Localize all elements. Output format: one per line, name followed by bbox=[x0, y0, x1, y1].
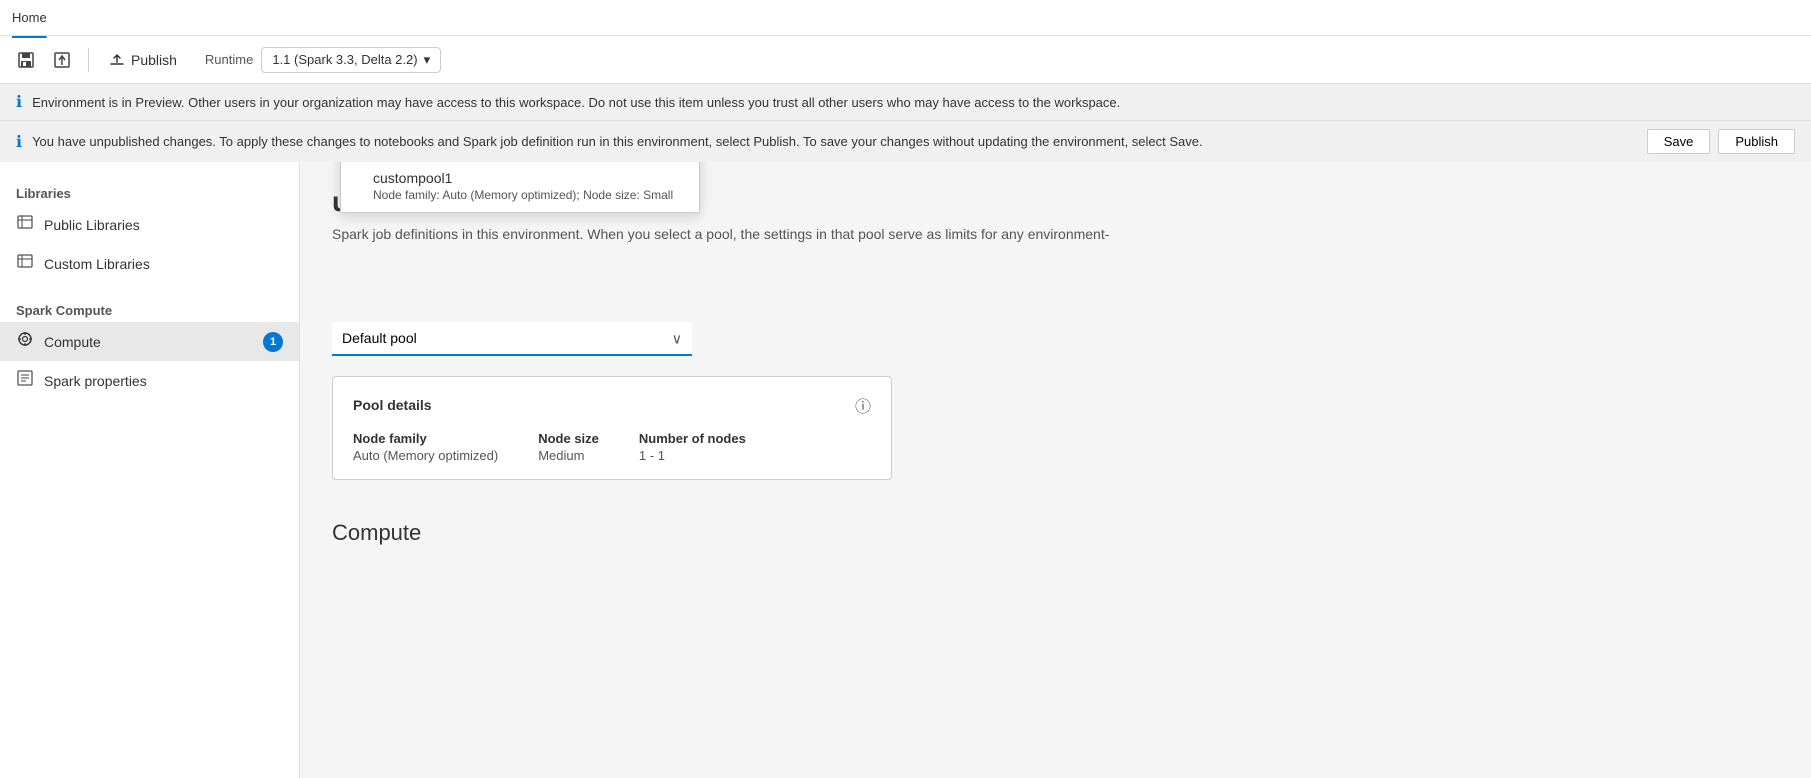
content-area: uration Spark job definitions in this en… bbox=[300, 162, 1811, 778]
custompool1-item[interactable]: custompool1 Node family: Auto (Memory op… bbox=[341, 164, 699, 212]
pool-details-header: Pool details ⓘ bbox=[353, 393, 871, 417]
spark-properties-label: Spark properties bbox=[44, 373, 147, 389]
top-nav: Home bbox=[0, 0, 1811, 36]
unpublished-info-icon: ℹ bbox=[16, 132, 22, 152]
export-button[interactable] bbox=[48, 46, 76, 74]
pool-select-input[interactable] bbox=[332, 322, 692, 356]
node-family-col: Node family Auto (Memory optimized) bbox=[353, 431, 498, 463]
sidebar-item-custom-libraries[interactable]: Custom Libraries bbox=[0, 244, 299, 283]
pool-details-title: Pool details bbox=[353, 397, 432, 413]
compute-badge: 1 bbox=[263, 332, 283, 352]
custom-libraries-icon bbox=[16, 252, 34, 275]
alert-publish-button[interactable]: Publish bbox=[1718, 129, 1795, 154]
compute-label: Compute bbox=[44, 334, 101, 350]
unpublished-alert-banner: ℹ You have unpublished changes. To apply… bbox=[0, 121, 1811, 162]
preview-alert-banner: ℹ Environment is in Preview. Other users… bbox=[0, 84, 1811, 121]
pool-details-info-icon[interactable]: ⓘ bbox=[855, 393, 871, 417]
node-size-value: Medium bbox=[538, 448, 599, 463]
home-tab[interactable]: Home bbox=[8, 10, 51, 25]
public-libraries-icon bbox=[16, 213, 34, 236]
runtime-section: Runtime 1.1 (Spark 3.3, Delta 2.2) ▾ bbox=[205, 47, 441, 73]
content-subtext: Spark job definitions in this environmen… bbox=[332, 226, 1232, 242]
alert-actions: Save Publish bbox=[1647, 129, 1795, 154]
toolbar: Publish Runtime 1.1 (Spark 3.3, Delta 2.… bbox=[0, 36, 1811, 84]
num-nodes-col: Number of nodes 1 - 1 bbox=[639, 431, 746, 463]
toolbar-divider bbox=[88, 48, 89, 72]
runtime-chevron-icon: ▾ bbox=[424, 52, 431, 68]
publish-label: Publish bbox=[131, 52, 177, 68]
libraries-section-title: Libraries bbox=[0, 178, 299, 205]
spark-properties-icon bbox=[16, 369, 34, 392]
custom-libraries-label: Custom Libraries bbox=[44, 256, 150, 272]
sidebar-item-public-libraries[interactable]: Public Libraries bbox=[0, 205, 299, 244]
sidebar-item-compute[interactable]: Compute 1 bbox=[0, 322, 299, 361]
custompool1-name: custompool1 bbox=[373, 170, 683, 186]
spark-compute-section-title: Spark Compute bbox=[0, 295, 299, 322]
unpublished-alert-text: You have unpublished changes. To apply t… bbox=[32, 134, 1203, 149]
num-nodes-label: Number of nodes bbox=[639, 431, 746, 446]
custompool1-desc: Node family: Auto (Memory optimized); No… bbox=[373, 188, 683, 202]
save-button[interactable] bbox=[12, 46, 40, 74]
node-family-value: Auto (Memory optimized) bbox=[353, 448, 498, 463]
pool-details-card: Pool details ⓘ Node family Auto (Memory … bbox=[332, 376, 892, 480]
node-family-label: Node family bbox=[353, 431, 498, 446]
runtime-label: Runtime bbox=[205, 52, 253, 67]
pool-select-container: Starter pool ✓ Default pool Node family:… bbox=[332, 322, 692, 356]
node-size-label: Node size bbox=[538, 431, 599, 446]
pool-details-grid: Node family Auto (Memory optimized) Node… bbox=[353, 431, 871, 463]
node-size-col: Node size Medium bbox=[538, 431, 599, 463]
main-layout: Libraries Public Libraries Custom Librar… bbox=[0, 162, 1811, 778]
runtime-version: 1.1 (Spark 3.3, Delta 2.2) bbox=[272, 52, 417, 67]
preview-alert-text: Environment is in Preview. Other users i… bbox=[32, 95, 1120, 110]
preview-info-icon: ℹ bbox=[16, 92, 22, 112]
publish-button[interactable]: Publish bbox=[101, 48, 185, 72]
sidebar: Libraries Public Libraries Custom Librar… bbox=[0, 162, 300, 778]
compute-section-heading: Compute bbox=[332, 520, 1779, 546]
alert-save-button[interactable]: Save bbox=[1647, 129, 1711, 154]
num-nodes-value: 1 - 1 bbox=[639, 448, 746, 463]
sidebar-item-spark-properties[interactable]: Spark properties bbox=[0, 361, 299, 400]
pool-dropdown[interactable]: Starter pool ✓ Default pool Node family:… bbox=[340, 162, 700, 213]
compute-icon bbox=[16, 330, 34, 353]
public-libraries-label: Public Libraries bbox=[44, 217, 140, 233]
runtime-dropdown[interactable]: 1.1 (Spark 3.3, Delta 2.2) ▾ bbox=[261, 47, 441, 73]
